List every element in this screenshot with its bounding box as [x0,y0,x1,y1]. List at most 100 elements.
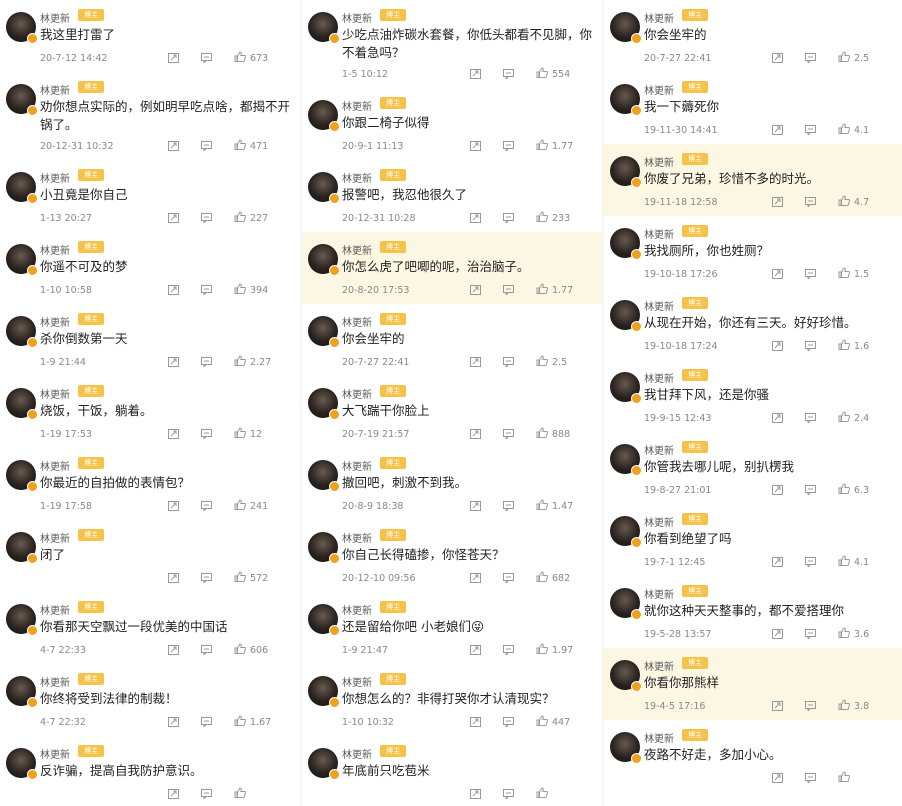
share-icon[interactable] [772,557,783,567]
share-icon[interactable] [772,413,783,423]
share-icon[interactable] [168,717,179,727]
comment-icon[interactable] [805,629,816,639]
avatar[interactable] [610,588,642,620]
share-icon[interactable] [772,341,783,351]
like-button[interactable]: 1.5 [838,267,869,281]
comment-icon[interactable] [503,69,514,79]
comment-item[interactable]: 林更新 博主 撤回吧，刺激不到我。 20-8-9 18:38 1.47 [302,448,602,520]
avatar[interactable] [308,748,340,780]
like-button[interactable]: 554 [536,67,570,81]
avatar[interactable] [308,532,340,564]
share-icon[interactable] [772,629,783,639]
comment-item[interactable]: 林更新 博主 你管我去哪儿呢，别扒楞我 19-8-27 21:01 6.3 [604,432,902,504]
avatar[interactable] [610,300,642,332]
comment-item[interactable]: 林更新 博主 杀你倒数第一天 1-9 21:44 2.27 [0,304,300,376]
share-icon[interactable] [772,53,783,63]
comment-item[interactable]: 林更新 博主 劝你想点实际的，例如明早吃点啥，都揭不开锅了。 20-12-31 10:… [0,72,300,160]
username[interactable]: 林更新 [342,98,372,113]
username[interactable]: 林更新 [644,586,674,601]
comment-icon[interactable] [503,141,514,151]
comment-icon[interactable] [201,285,212,295]
comment-icon[interactable] [805,485,816,495]
username[interactable]: 林更新 [342,10,372,25]
comment-icon[interactable] [201,141,212,151]
avatar[interactable] [610,732,642,764]
avatar[interactable] [6,12,38,44]
share-icon[interactable] [168,573,179,583]
username[interactable]: 林更新 [40,82,70,97]
comment-item[interactable]: 林更新 博主 你看你那熊样 19-4-5 17:16 3.8 [604,648,902,720]
username[interactable]: 林更新 [644,514,674,529]
username[interactable]: 林更新 [40,170,70,185]
comment-icon[interactable] [201,501,212,511]
username[interactable]: 林更新 [40,10,70,25]
comment-icon[interactable] [201,213,212,223]
like-button[interactable]: 394 [234,283,268,297]
like-button[interactable]: 606 [234,643,268,657]
avatar[interactable] [6,532,38,564]
username[interactable]: 林更新 [644,442,674,457]
share-icon[interactable] [470,69,481,79]
like-button[interactable]: 2.5 [838,51,869,65]
username[interactable]: 林更新 [342,746,372,761]
comment-icon[interactable] [503,357,514,367]
username[interactable]: 林更新 [40,314,70,329]
username[interactable]: 林更新 [644,730,674,745]
comment-icon[interactable] [805,773,816,783]
like-button[interactable]: 2.27 [234,355,271,369]
avatar[interactable] [308,676,340,708]
like-button[interactable]: 1.77 [536,283,573,297]
like-button[interactable]: 3.6 [838,627,869,641]
username[interactable]: 林更新 [644,82,674,97]
comment-item[interactable]: 林更新 博主 还是留给你吧 小老娘们😜 1-9 21:47 1.97 [302,592,602,664]
like-button[interactable]: 1.97 [536,643,573,657]
comment-icon[interactable] [201,53,212,63]
comment-icon[interactable] [503,285,514,295]
avatar[interactable] [6,460,38,492]
comment-icon[interactable] [503,429,514,439]
username[interactable]: 林更新 [644,658,674,673]
comment-icon[interactable] [805,125,816,135]
share-icon[interactable] [470,141,481,151]
comment-item[interactable]: 林更新 博主 我这里打雷了 20-7-12 14:42 673 [0,0,300,72]
comment-icon[interactable] [805,341,816,351]
avatar[interactable] [308,12,340,44]
comment-item[interactable]: 林更新 博主 我一下薅死你 19-11-30 14:41 4.1 [604,72,902,144]
like-button[interactable]: 1.77 [536,139,573,153]
avatar[interactable] [6,604,38,636]
comment-item[interactable]: 林更新 博主 报警吧，我忍他很久了 20-12-31 10:28 233 [302,160,602,232]
share-icon[interactable] [772,773,783,783]
comment-icon[interactable] [503,789,514,799]
comment-icon[interactable] [201,429,212,439]
username[interactable]: 林更新 [342,602,372,617]
avatar[interactable] [6,316,38,348]
like-button[interactable]: 471 [234,139,268,153]
like-button[interactable]: 4.1 [838,123,869,137]
like-button[interactable] [838,771,854,785]
like-button[interactable]: 1.6 [838,339,869,353]
avatar[interactable] [610,156,642,188]
like-button[interactable]: 12 [234,427,262,441]
like-button[interactable]: 3.8 [838,699,869,713]
comment-item[interactable]: 林更新 博主 从现在开始，你还有三天。好好珍惜。 19-10-18 17:24 1.6 [604,288,902,360]
username[interactable]: 林更新 [342,314,372,329]
share-icon[interactable] [772,269,783,279]
avatar[interactable] [610,228,642,260]
avatar[interactable] [6,84,38,116]
username[interactable]: 林更新 [644,298,674,313]
comment-icon[interactable] [805,197,816,207]
comment-icon[interactable] [503,501,514,511]
comment-item[interactable]: 林更新 博主 你会坐牢的 20-7-27 22:41 2.5 [604,0,902,72]
avatar[interactable] [6,748,38,780]
comment-item[interactable]: 林更新 博主 你看那天空飘过一段优美的中国话 4-7 22:33 606 [0,592,300,664]
comment-item[interactable]: 林更新 博主 你终将受到法律的制裁！ 4-7 22:32 1.67 [0,664,300,736]
username[interactable]: 林更新 [342,458,372,473]
comment-item[interactable]: 林更新 博主 你遥不可及的梦 1-10 10:58 394 [0,232,300,304]
comment-item[interactable]: 林更新 博主 我甘拜下风，还是你骚 19-9-15 12:43 2.4 [604,360,902,432]
username[interactable]: 林更新 [342,170,372,185]
avatar[interactable] [308,316,340,348]
like-button[interactable]: 2.5 [536,355,567,369]
avatar[interactable] [308,244,340,276]
avatar[interactable] [610,372,642,404]
like-button[interactable]: 572 [234,571,268,585]
